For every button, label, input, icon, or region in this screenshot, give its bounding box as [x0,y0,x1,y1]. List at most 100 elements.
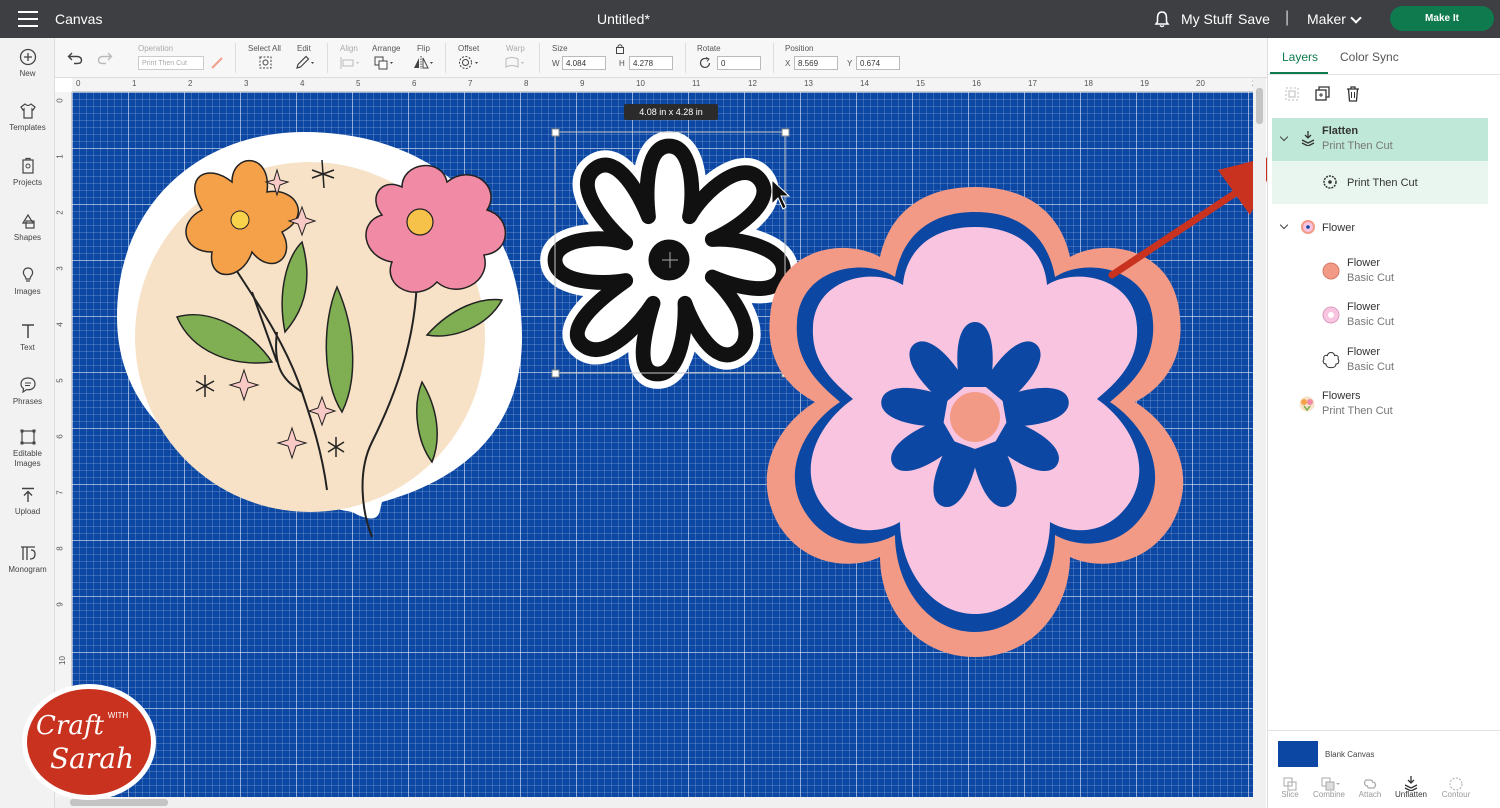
ruler-tick-label: 7 [55,490,65,495]
ruler-tick-label: 4 [300,79,305,88]
layer-print-then-cut[interactable]: Print Then Cut [1272,161,1488,204]
ruler-tick-label: 14 [860,79,869,88]
blank-canvas-swatch[interactable] [1278,741,1318,767]
edit-label: Edit [297,44,311,53]
warp-icon[interactable] [504,55,528,70]
nav-label: Editable Images [13,449,42,468]
operation-label: Operation [138,44,174,53]
nav-images[interactable]: Images [0,266,55,297]
layer-name: Flower [1347,257,1381,269]
tab-layers[interactable]: Layers [1282,50,1318,64]
nav-monogram[interactable]: Monogram [0,544,55,575]
nav-upload[interactable]: Upload [0,486,55,517]
x-label: X [785,59,791,68]
rotate-input[interactable]: 0 [717,56,761,70]
layer-operation: Basic Cut [1347,272,1395,284]
size-tooltip: 4.08 in x 4.28 in [624,104,718,120]
lock-icon[interactable] [615,43,625,54]
nav-label: Shapes [13,233,42,242]
layer-name: Flower [1347,346,1381,358]
contour-label: Contour [1441,790,1471,799]
y-input[interactable]: 0.674 [856,56,900,70]
layer-name: Flatten [1322,125,1359,137]
align-label: Align [340,44,358,53]
menu-icon[interactable] [18,11,38,27]
ruler-tick-label: 9 [55,602,65,607]
unflatten-icon[interactable] [1403,775,1419,791]
svg-text:Sarah: Sarah [50,742,134,775]
design-canvas[interactable]: 4.08 in x 4.28 in [72,92,1253,797]
duplicate-icon[interactable] [1314,85,1332,103]
nav-label: Phrases [12,397,43,406]
horizontal-ruler: 0123456789101112131415161718192021 [72,78,1253,92]
chevron-down-icon[interactable] [1350,12,1362,24]
document-title[interactable]: Untitled* [597,11,650,27]
layer-flower-coral[interactable]: Flower Basic Cut [1272,254,1488,290]
craft-with-sarah-logo: Craft WITH Sarah [22,684,156,800]
ruler-tick-label: 12 [748,79,757,88]
make-it-button[interactable]: Make It [1390,6,1494,31]
ruler-tick-label: 1 [55,154,65,159]
height-input[interactable]: 4.278 [629,56,673,70]
arrange-icon[interactable] [373,55,397,70]
nav-new[interactable]: New [0,48,55,79]
layer-flower-pink[interactable]: Flower Basic Cut [1272,298,1488,334]
edit-toolbar: Operation Print Then Cut Select All Edit… [55,38,1267,78]
flip-icon[interactable] [413,55,437,70]
ruler-tick-label: 11 [692,79,701,88]
nav-phrases[interactable]: Phrases [0,376,55,407]
machine-select[interactable]: Maker [1307,11,1346,27]
vertical-scrollbar[interactable] [1253,78,1266,797]
nav-shapes[interactable]: Shapes [0,212,55,243]
ruler-tick-label: 0 [76,79,81,88]
ruler-tick-label: 8 [524,79,529,88]
monogram-icon [20,546,36,560]
layer-flower-outline[interactable]: Flower Basic Cut [1272,343,1488,379]
pink-flower-icon [1322,306,1340,324]
trash-icon[interactable] [1345,85,1361,103]
upload-icon [21,487,34,502]
ruler-tick-label: 3 [244,79,249,88]
ruler-tick-label: 10 [57,656,67,665]
ruler-tick-label: 8 [55,546,65,551]
layer-name: Flower [1347,301,1381,313]
pen-color-icon[interactable] [210,56,224,70]
flower-outline-icon [1322,351,1340,369]
operation-select[interactable]: Print Then Cut [138,56,204,70]
group-icon[interactable] [1284,86,1300,102]
undo-icon[interactable] [67,51,83,65]
header-separator: | [1285,9,1290,26]
unflatten-label: Unflatten [1394,790,1428,799]
horizontal-scrollbar[interactable] [55,797,1266,808]
nav-text[interactable]: Text [0,322,55,353]
ruler-tick-label: 7 [468,79,473,88]
align-icon[interactable] [339,56,363,70]
ruler-tick-label: 16 [972,79,981,88]
layer-operation: Basic Cut [1347,316,1395,328]
redo-icon[interactable] [97,51,113,65]
flowers-sticker[interactable] [117,132,522,538]
nav-editable-images[interactable]: Editable Images [0,428,55,469]
x-input[interactable]: 8.569 [794,56,838,70]
offset-icon[interactable] [458,55,482,70]
pencil-icon[interactable] [295,55,315,70]
nav-label: Upload [14,507,41,516]
select-all-icon[interactable] [258,55,273,70]
slice-label: Slice [1281,790,1299,799]
shapes-icon [21,213,35,229]
combine-label: Combine [1312,790,1345,799]
ruler-tick-label: 9 [580,79,585,88]
save-button[interactable]: Save [1238,11,1270,27]
layer-flatten[interactable]: Flatten Print Then Cut [1272,118,1488,161]
my-stuff-link[interactable]: My Stuff [1181,11,1232,27]
size-label: Size [552,44,568,53]
blank-canvas-label: Blank Canvas [1325,750,1375,759]
nav-projects[interactable]: Projects [0,157,55,188]
layer-flower-group[interactable]: Flower [1272,214,1488,240]
width-input[interactable]: 4.084 [562,56,606,70]
layer-flowers[interactable]: Flowers Print Then Cut [1272,387,1488,423]
tab-color-sync[interactable]: Color Sync [1340,50,1399,64]
nav-templates[interactable]: Templates [0,102,55,133]
projects-icon [21,157,34,174]
bell-icon[interactable] [1154,10,1170,28]
